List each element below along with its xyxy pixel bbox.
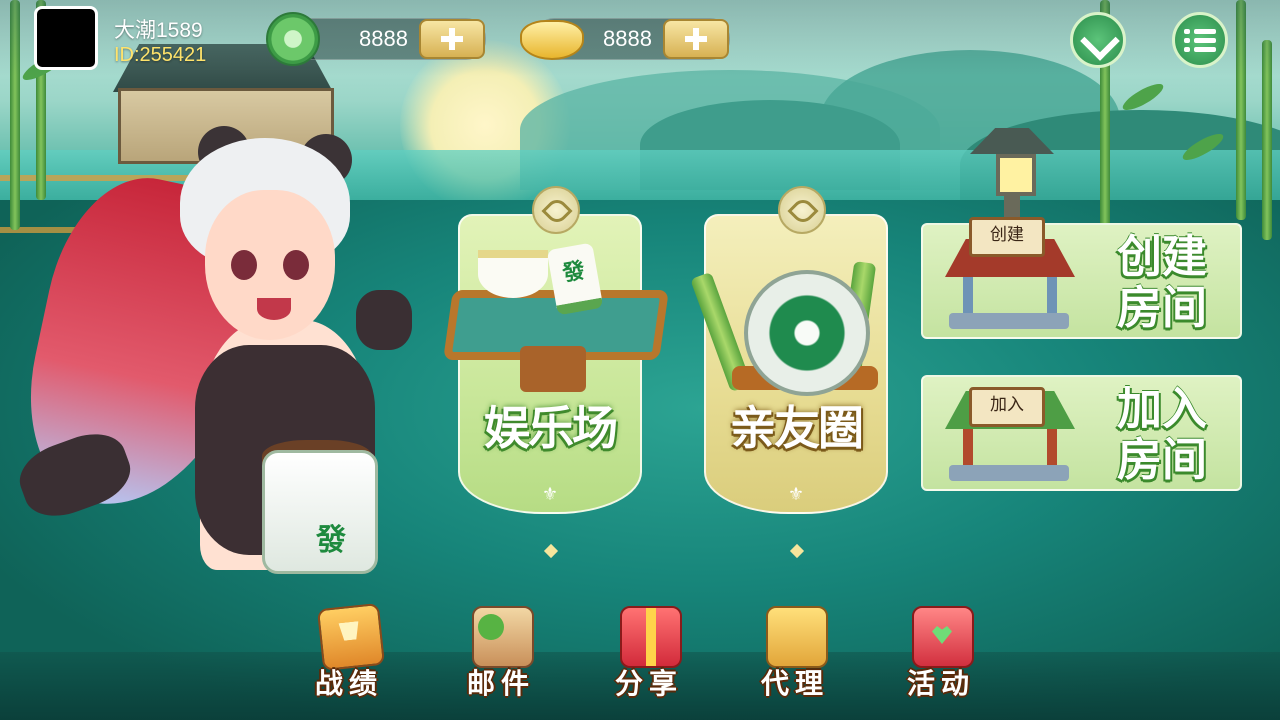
nav-mail-button[interactable]: 邮件 [456,606,546,706]
pavilion-pillars [963,277,1057,317]
fleur-ornament-icon: ⚜ [787,484,805,505]
nav-record-button[interactable]: 战绩 [304,602,394,706]
nav-share-button[interactable]: 分享 [604,606,694,706]
mail-scroll-icon [472,606,534,668]
top-bar: 大潮1589 ID:255421 8888 8888 [0,0,1280,76]
collapse-button[interactable] [1070,12,1126,68]
table-leg [520,346,586,392]
gift-box-icon [620,606,682,668]
nav-agent-button[interactable]: 代理 [750,606,840,706]
pavilion-base [949,313,1069,329]
friends-circle-title: 亲友圈 [730,401,864,455]
nav-event-label: 活动 [906,667,975,700]
jade-amount: 8888 [359,26,408,51]
nav-record-label: 战绩 [314,667,383,700]
phoenix-emblem-icon [778,186,826,234]
gold-ingot-icon [520,20,584,60]
add-gold-button[interactable] [663,19,729,59]
jade-icon [266,12,320,66]
phoenix-emblem-icon [532,186,580,234]
join-room-button[interactable]: 加入 加入 房间 [921,375,1242,491]
event-gift-icon [912,606,974,668]
stone-lantern [970,128,1054,220]
player-id: ID:255421 [114,44,207,66]
nav-share-label: 分享 [614,667,683,700]
entertainment-hall-card[interactable]: 發 娱乐场 ⚜ [443,186,669,559]
player-nickname: 大潮1589 [114,19,203,42]
nav-event-button[interactable]: 活动 [896,606,986,706]
create-room-button[interactable]: 创建 创建 房间 [921,217,1242,339]
fleur-ornament-icon: ⚜ [541,484,559,505]
gazebo-pillars [963,429,1057,469]
teacup-icon [478,250,548,298]
mascot-tile-glyph: 發 [316,523,346,558]
trophy-record-icon [316,602,386,672]
join-room-label: 加入 房间 [1116,382,1207,486]
nav-agent-label: 代理 [760,667,829,700]
gazebo-base [949,465,1069,481]
avatar[interactable] [34,6,98,70]
join-sign: 加入 [969,387,1045,427]
mahjong-disc-illustration [744,270,870,396]
entertainment-hall-title: 娱乐场 [484,401,618,455]
character-face [205,190,335,340]
add-jade-button[interactable] [419,19,485,59]
menu-button[interactable] [1172,12,1228,68]
gold-amount: 8888 [603,26,652,51]
nav-mail-label: 邮件 [466,667,535,700]
friends-circle-card[interactable]: 亲友圈 ⚜ [690,186,888,559]
create-sign: 创建 [969,217,1045,257]
chevron-down-icon [1080,21,1120,61]
create-room-label: 创建 房间 [1116,230,1207,334]
fist-glove [356,290,412,350]
gold-ingot-pile-icon [766,606,828,668]
